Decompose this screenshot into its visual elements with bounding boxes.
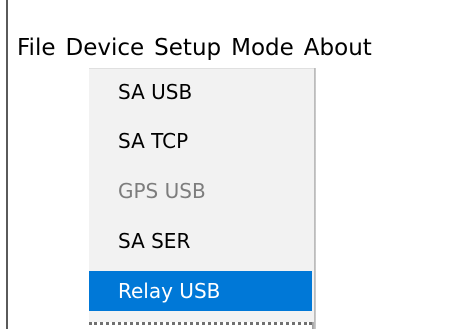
menu-about[interactable]: About: [304, 35, 372, 61]
menu-item-relay-usb[interactable]: Relay USB: [89, 271, 312, 311]
menu-mode[interactable]: Mode: [231, 35, 294, 61]
menu-setup[interactable]: Setup: [154, 35, 221, 61]
menu-item-gps-usb: GPS USB: [118, 179, 206, 203]
menu-scroll-indicator: [89, 322, 312, 325]
menu-bar: File Device Setup Mode About: [17, 30, 372, 66]
window-left-border: [6, 0, 8, 329]
device-dropdown-menu: SA USB SA TCP GPS USB SA SER Relay USB: [89, 68, 314, 322]
app-window: File Device Setup Mode About SA USB SA T…: [0, 0, 467, 329]
menu-item-sa-tcp[interactable]: SA TCP: [89, 121, 312, 161]
menu-file[interactable]: File: [17, 35, 56, 61]
menu-item-sa-usb[interactable]: SA USB: [89, 72, 312, 112]
menu-item-sa-ser[interactable]: SA SER: [89, 221, 312, 261]
menu-device[interactable]: Device: [66, 35, 145, 61]
